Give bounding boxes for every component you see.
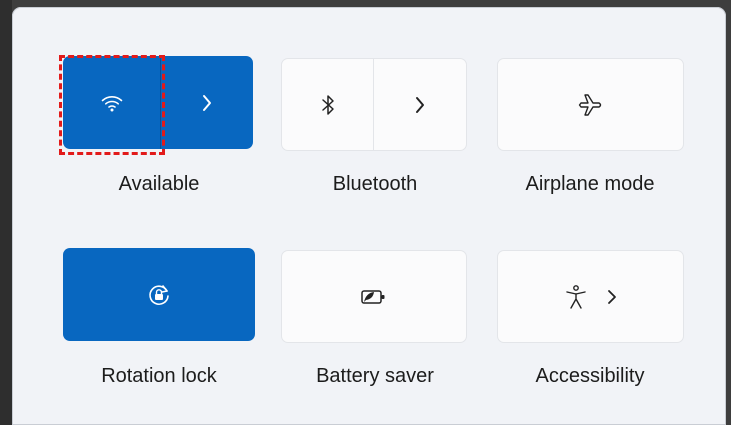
chevron-right-icon[interactable] [606,288,618,306]
battery-saver-icon [360,287,388,307]
battery-saver-label: Battery saver [316,365,434,387]
accessibility-icon [564,284,588,310]
wifi-toggle-button[interactable] [63,56,161,149]
accessibility-button[interactable] [497,250,684,343]
bluetooth-tile [281,58,467,151]
wifi-label: Available [118,173,200,195]
chevron-right-icon [414,95,426,115]
wifi-tile [63,56,253,149]
airplane-icon [578,92,604,118]
background-edge [0,0,12,425]
bluetooth-expand-button[interactable] [374,59,466,150]
wifi-icon [101,94,123,112]
airplane-mode-label: Airplane mode [525,173,655,195]
bluetooth-label: Bluetooth [332,173,418,195]
airplane-mode-button[interactable] [497,58,684,151]
rotation-lock-icon [146,282,172,308]
rotation-lock-button[interactable] [63,248,255,341]
battery-saver-button[interactable] [281,250,467,343]
wifi-expand-button[interactable] [161,56,253,149]
accessibility-label: Accessibility [535,365,645,387]
chevron-right-icon [201,93,213,113]
bluetooth-toggle-button[interactable] [282,59,374,150]
bluetooth-icon [320,93,336,117]
rotation-lock-label: Rotation lock [101,365,217,387]
